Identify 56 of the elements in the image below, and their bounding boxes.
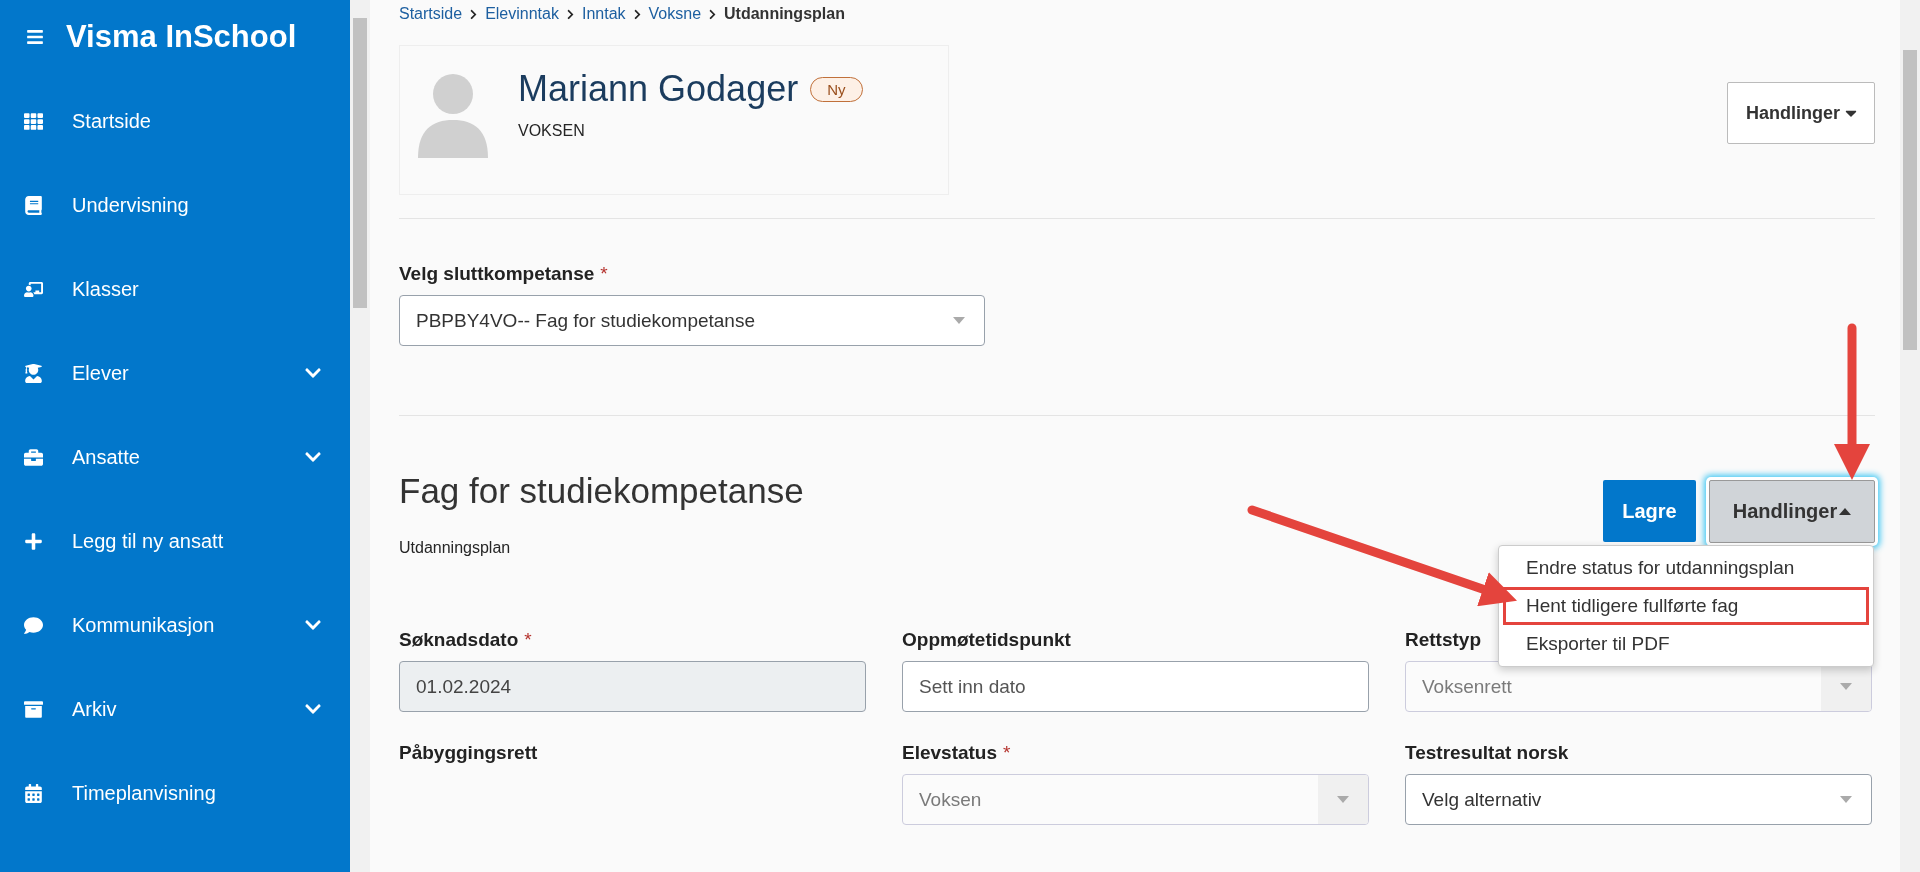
caret-icon: [1337, 796, 1349, 803]
breadcrumb-link[interactable]: Elevinntak: [485, 5, 559, 23]
section-title: Fag for studiekompetanse: [399, 471, 804, 511]
nav-item[interactable]: Undervisning: [0, 163, 350, 247]
teacher-icon: [24, 279, 43, 299]
nav-item[interactable]: Elever: [0, 331, 350, 415]
grid-icon: [24, 111, 43, 131]
save-button[interactable]: Lagre: [1603, 480, 1696, 542]
breadcrumb-link[interactable]: Voksne: [648, 5, 702, 23]
required-mark: *: [524, 629, 532, 651]
section-subtitle: Utdanningsplan: [399, 539, 512, 557]
scrollbar[interactable]: [350, 0, 370, 872]
nav-item[interactable]: Legg til ny ansatt: [0, 499, 350, 583]
nav-item[interactable]: Timeplanvisning: [0, 751, 350, 835]
scrollbar[interactable]: [1900, 0, 1920, 872]
menu-icon[interactable]: [26, 28, 44, 46]
caret-icon: [1839, 508, 1852, 515]
speech-bubble-icon: [24, 615, 43, 635]
nav-item[interactable]: Ansatte: [0, 415, 350, 499]
person-name: Mariann Godager: [518, 68, 799, 110]
archive-icon: [24, 699, 43, 719]
field-label: Påbyggingsrett: [399, 742, 538, 764]
menu-item[interactable]: Hent tidligere fullførte fag: [1503, 587, 1869, 625]
caret-icon: [1840, 683, 1852, 690]
app-title: Visma InSchool: [66, 19, 297, 55]
plus-icon: [24, 531, 43, 551]
required-mark: *: [1003, 742, 1011, 764]
required-mark: *: [600, 263, 608, 285]
book-icon: [24, 195, 43, 215]
field-label: Velg sluttkompetanse: [399, 263, 595, 285]
nav-item[interactable]: Startside: [0, 79, 350, 163]
field-label: Søknadsdato: [399, 629, 519, 651]
field-label: Elevstatus: [902, 742, 998, 764]
field-label: Testresultat norsk: [1405, 742, 1569, 764]
input-field[interactable]: Sett inn dato: [902, 661, 1369, 712]
actions-button[interactable]: Handlinger: [1709, 480, 1875, 543]
actions-button[interactable]: Handlinger: [1727, 82, 1875, 144]
person-category: VOKSEN: [518, 122, 586, 140]
status-badge: Ny: [810, 76, 863, 102]
current-page-label: Utdanningsplan: [724, 5, 845, 23]
nav-item[interactable]: Klasser: [0, 247, 350, 331]
select-field[interactable]: Velg alternativ: [1405, 774, 1872, 825]
select-field[interactable]: PBPBY4VO-- Fag for studiekompetanse: [399, 295, 985, 346]
calendar-icon: [24, 783, 43, 803]
breadcrumb-link[interactable]: Inntak: [581, 5, 626, 23]
caret-icon: [953, 317, 965, 324]
field-label: Oppmøtetidspunkt: [902, 629, 1071, 651]
menu-item[interactable]: Eksporter til PDF: [1503, 625, 1869, 663]
field-label: Rettstyp: [1405, 629, 1481, 651]
nav-item[interactable]: Arkiv: [0, 667, 350, 751]
breadcrumb-link[interactable]: Startside: [399, 5, 463, 23]
briefcase-icon: [24, 447, 43, 467]
menu-item[interactable]: Endre status for utdanningsplan: [1503, 549, 1869, 587]
caret-icon: [1840, 796, 1852, 803]
graduate-icon: [24, 363, 43, 383]
nav-item[interactable]: Kommunikasjon: [0, 583, 350, 667]
